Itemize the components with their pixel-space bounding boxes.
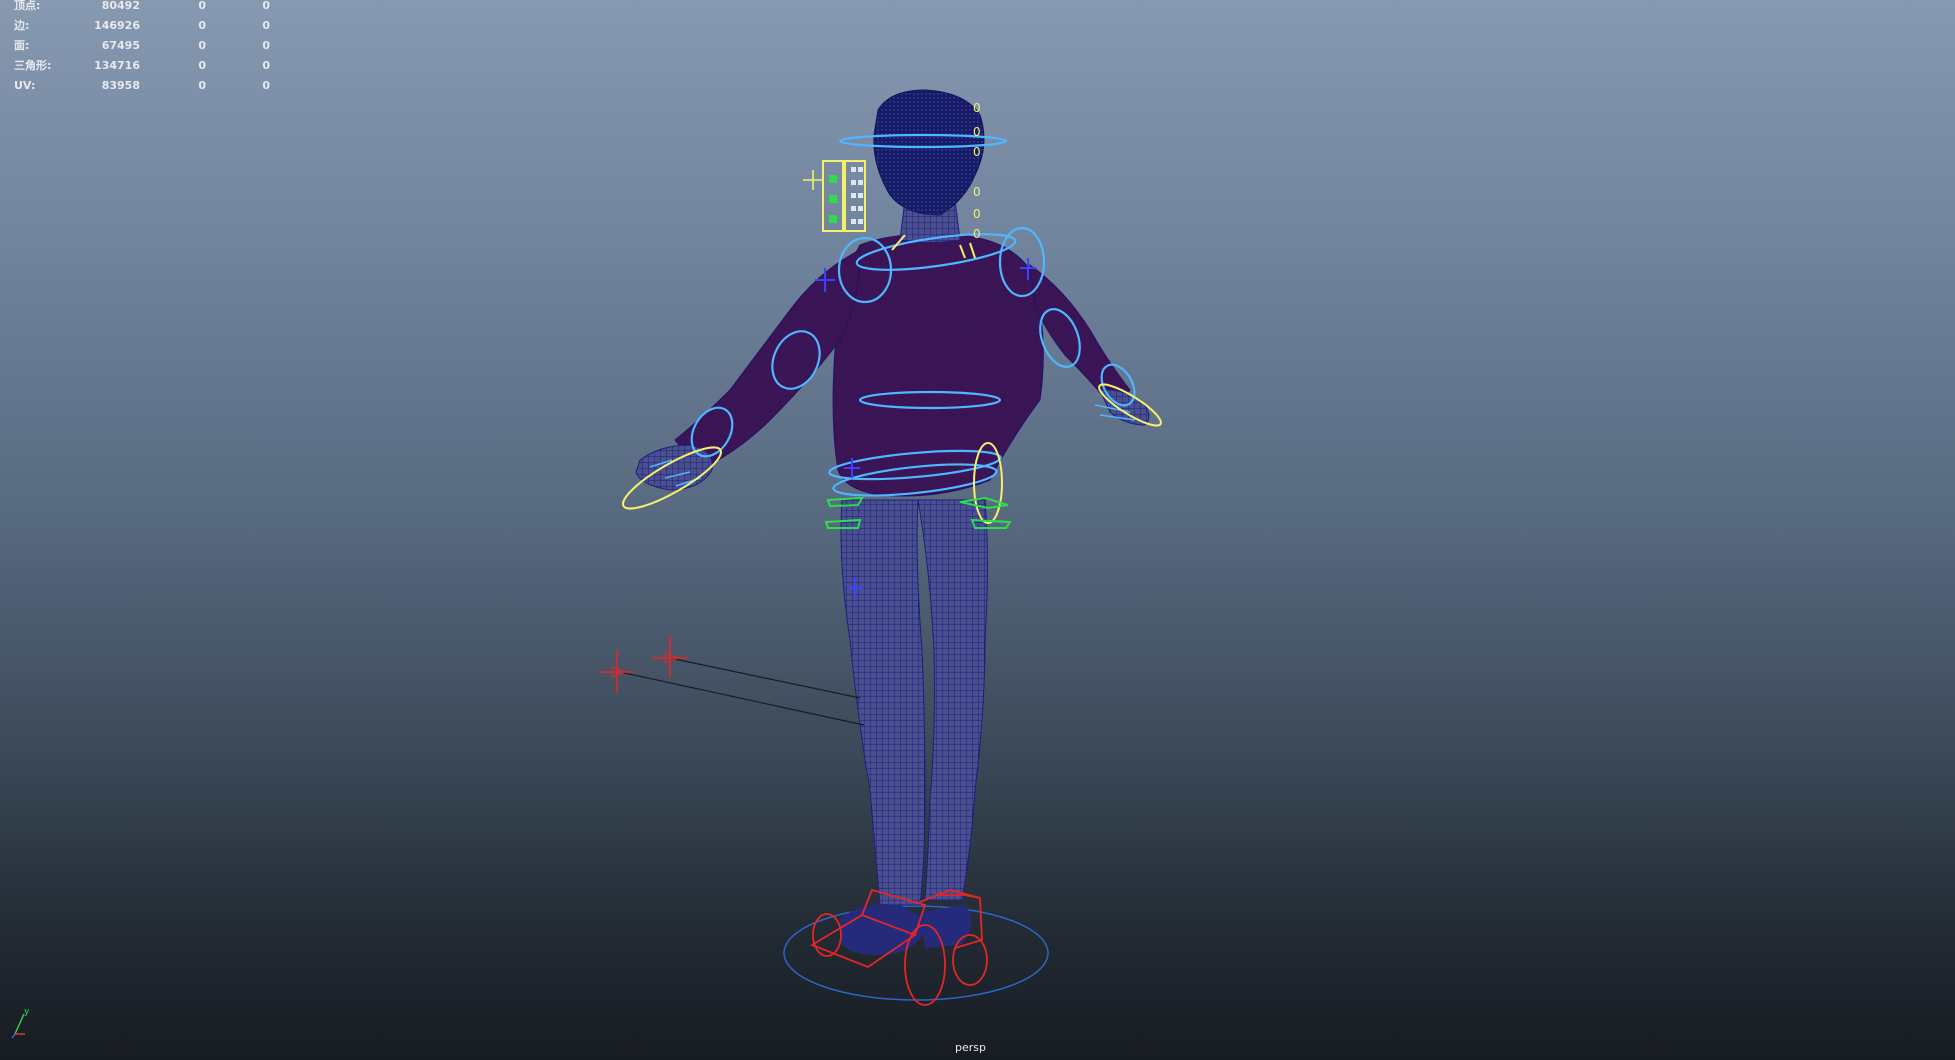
scene-render[interactable]: 0 0 0 0 0 0 (0, 0, 1955, 1060)
face-control-value: 0 (973, 185, 981, 199)
axis-label-y: y (24, 1007, 30, 1017)
maya-viewport[interactable]: 顶点: 80492 0 0 边: 146926 0 0 面: 67495 0 0… (0, 0, 1955, 1060)
pole-vector-controls[interactable] (600, 636, 865, 726)
face-panel-markers[interactable] (851, 167, 863, 224)
character-torso[interactable] (635, 197, 1150, 497)
face-control-value: 0 (973, 101, 981, 115)
face-control-value: 0 (973, 207, 981, 221)
face-control-value: 0 (973, 125, 981, 139)
camera-label: persp (955, 1041, 986, 1054)
view-axis-indicator: y (11, 1007, 30, 1039)
face-control-value: 0 (973, 145, 981, 159)
face-panel-sliders[interactable] (829, 175, 837, 223)
character-head[interactable] (873, 89, 985, 216)
face-control-value: 0 (973, 227, 981, 241)
character-legs[interactable] (840, 499, 988, 955)
